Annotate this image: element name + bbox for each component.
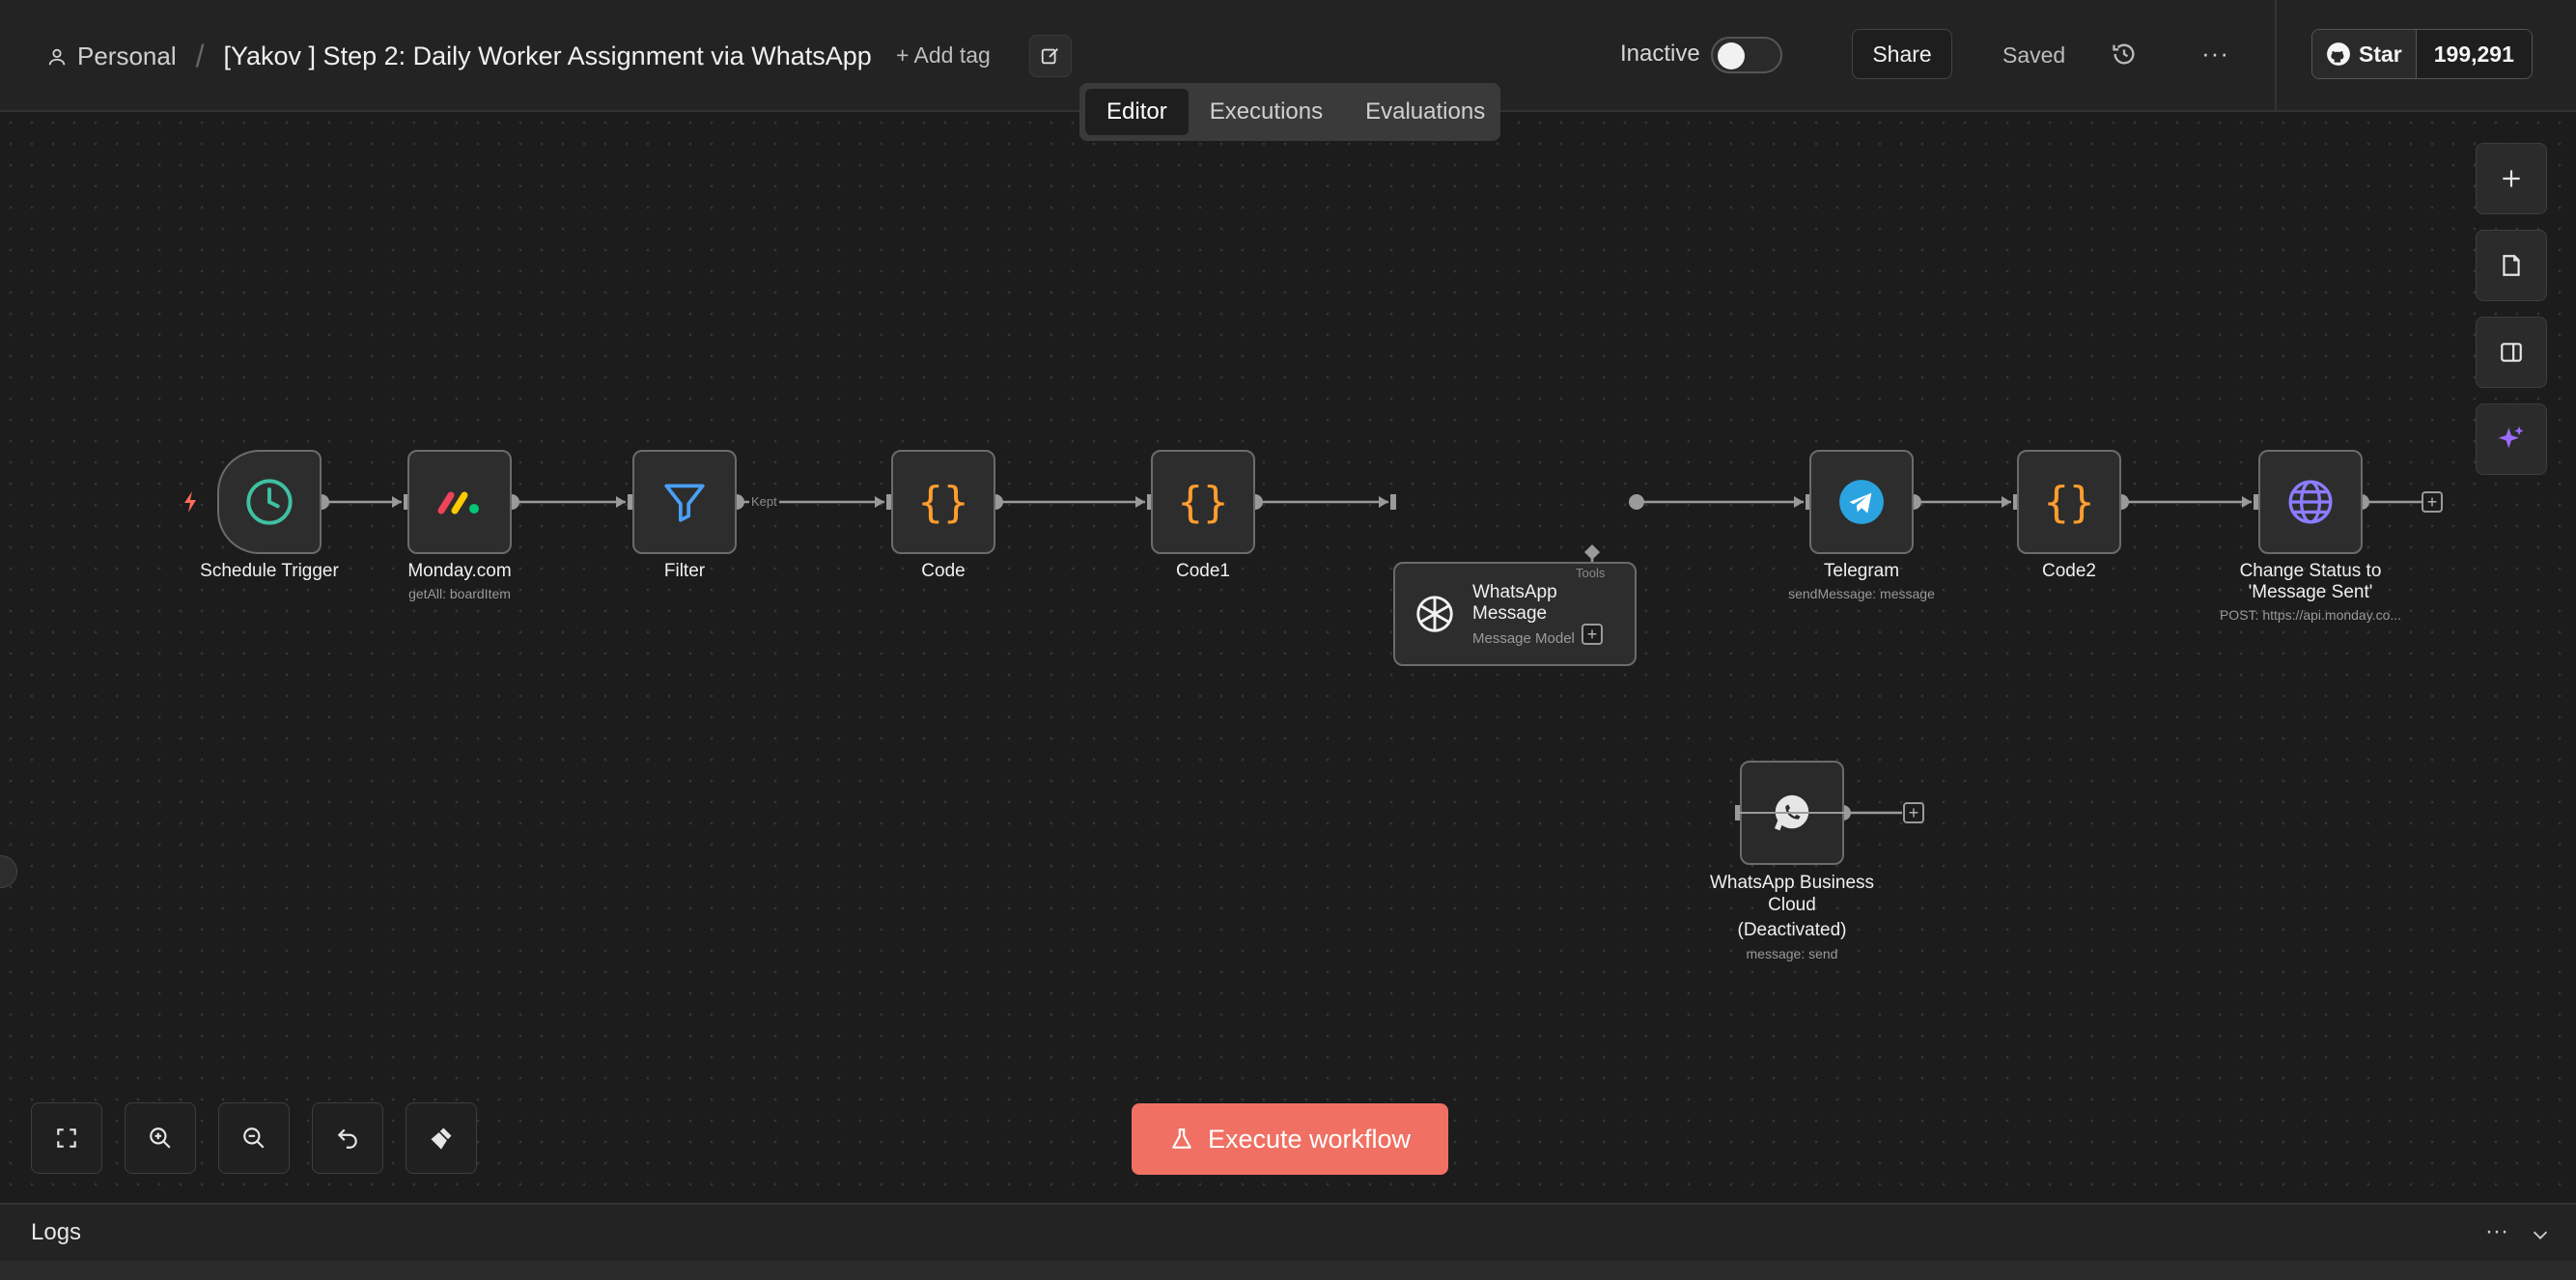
node-label: Code1	[1176, 561, 1230, 581]
workflow-canvas[interactable]: Kept Schedule Trigger Monday.com getAll:…	[0, 112, 2576, 1203]
code-braces-icon: {}	[2043, 477, 2095, 527]
sticky-note-icon	[2503, 255, 2520, 276]
logs-title[interactable]: Logs	[31, 1219, 81, 1246]
workflow-title[interactable]: [Yakov ] Step 2: Daily Worker Assignment…	[224, 42, 872, 71]
trigger-bolt-icon	[184, 491, 196, 513]
node-telegram[interactable]	[1809, 450, 1914, 554]
saved-indicator: Saved	[2002, 42, 2066, 68]
zoom-in-icon	[150, 1127, 171, 1149]
tools-port-label: Tools	[1576, 566, 1606, 580]
activation-status-label: Inactive	[1620, 41, 1700, 67]
flask-icon	[1172, 1128, 1191, 1149]
tab-editor[interactable]: Editor	[1085, 89, 1189, 135]
node-code2[interactable]: {}	[2017, 450, 2121, 554]
tab-executions[interactable]: Executions	[1189, 89, 1344, 135]
filter-kept-label: Kept	[749, 494, 779, 509]
node-code[interactable]: {}	[891, 450, 995, 554]
toggle-panel-button[interactable]	[2476, 317, 2547, 388]
node-filter[interactable]	[632, 450, 737, 554]
node-schedule-trigger[interactable]	[217, 450, 322, 554]
code-braces-icon: {}	[1177, 477, 1229, 527]
ai-assistant-button[interactable]	[2476, 403, 2547, 475]
breadcrumb: Personal / [Yakov ] Step 2: Daily Worker…	[46, 39, 872, 74]
logs-more-button[interactable]: ···	[2485, 1218, 2508, 1245]
node-label: Code	[921, 561, 966, 581]
sparkle-icon	[2498, 426, 2524, 449]
connections-layer	[314, 494, 2422, 821]
add-node-button[interactable]: +	[1903, 802, 1924, 823]
globe-icon	[2288, 480, 2333, 524]
fullscreen-icon	[57, 1128, 76, 1148]
node-label-line2: Message	[1472, 602, 1548, 624]
view-tabs: Editor Executions Evaluations	[1079, 83, 1500, 141]
filter-icon	[664, 484, 705, 522]
node-label-line2: 'Message Sent'	[2248, 582, 2373, 602]
node-change-status[interactable]	[2258, 450, 2363, 554]
node-label-line1: WhatsApp Business	[1709, 873, 1875, 893]
header-divider	[2275, 0, 2277, 112]
node-label: Monday.com	[407, 561, 512, 581]
node-subtitle: POST: https://api.monday.co...	[2219, 607, 2402, 623]
node-label: Filter	[663, 561, 706, 581]
node-label-line2: Cloud	[1768, 895, 1816, 915]
github-star-widget[interactable]: Star 199,291	[2311, 29, 2533, 79]
zoom-out-button[interactable]	[218, 1102, 290, 1174]
toggle-knob	[1718, 42, 1745, 70]
zoom-in-button[interactable]	[125, 1102, 196, 1174]
node-subtitle: Message Model	[1472, 629, 1575, 647]
telegram-icon	[1839, 480, 1884, 524]
undo-icon	[337, 1128, 357, 1149]
logs-panel: Logs ···	[0, 1203, 2576, 1261]
person-icon	[48, 48, 66, 65]
history-icon	[2113, 43, 2135, 65]
panel-icon	[2501, 343, 2522, 362]
undo-button[interactable]	[312, 1102, 383, 1174]
tidy-up-button[interactable]	[406, 1102, 477, 1174]
node-subtitle: sendMessage: message	[1788, 586, 1935, 601]
execute-workflow-label: Execute workflow	[1207, 1124, 1412, 1154]
github-icon	[2327, 42, 2350, 66]
add-node-button[interactable]: +	[2422, 491, 2443, 513]
edit-icon	[1041, 48, 1058, 65]
node-label-line1: Change Status to	[2239, 561, 2382, 581]
edit-description-button[interactable]	[1029, 35, 1072, 77]
openai-icon	[1416, 596, 1453, 632]
chevron-down-icon[interactable]	[2530, 1224, 2551, 1245]
add-tag-button[interactable]: + Add tag	[896, 42, 991, 69]
activation-toggle[interactable]	[1711, 37, 1782, 73]
breadcrumb-separator: /	[195, 39, 205, 73]
monday-logo-icon	[437, 491, 479, 515]
history-button[interactable]	[2111, 41, 2138, 72]
github-star-count: 199,291	[2416, 30, 2532, 78]
broom-icon	[431, 1127, 452, 1150]
node-code1[interactable]: {}	[1151, 450, 1255, 554]
node-monday[interactable]	[407, 450, 512, 554]
github-star-label: Star	[2359, 41, 2402, 67]
sticky-note-button[interactable]	[2476, 230, 2547, 301]
node-subtitle: getAll: boardItem	[408, 586, 511, 601]
plus-icon	[2503, 170, 2520, 187]
add-tool-button[interactable]: +	[1582, 624, 1603, 645]
zoom-out-icon	[243, 1127, 265, 1149]
fit-view-button[interactable]	[31, 1102, 102, 1174]
share-button[interactable]: Share	[1852, 29, 1952, 79]
deactivated-overlay	[1738, 812, 1846, 814]
bottom-strip	[0, 1261, 2576, 1280]
node-label-line3: (Deactivated)	[1737, 920, 1847, 940]
node-subtitle: message: send	[1746, 946, 1838, 961]
execute-workflow-button[interactable]: Execute workflow	[1132, 1103, 1448, 1175]
add-node-panel-button[interactable]	[2476, 143, 2547, 214]
project-link[interactable]: Personal	[77, 42, 177, 71]
node-label: Code2	[2042, 561, 2096, 581]
clock-icon	[246, 479, 293, 525]
node-label-line1: WhatsApp	[1472, 581, 1557, 602]
tab-evaluations[interactable]: Evaluations	[1344, 89, 1506, 135]
code-braces-icon: {}	[917, 477, 969, 527]
more-options-button[interactable]: ···	[2201, 39, 2229, 69]
github-star-button[interactable]: Star	[2312, 30, 2417, 78]
